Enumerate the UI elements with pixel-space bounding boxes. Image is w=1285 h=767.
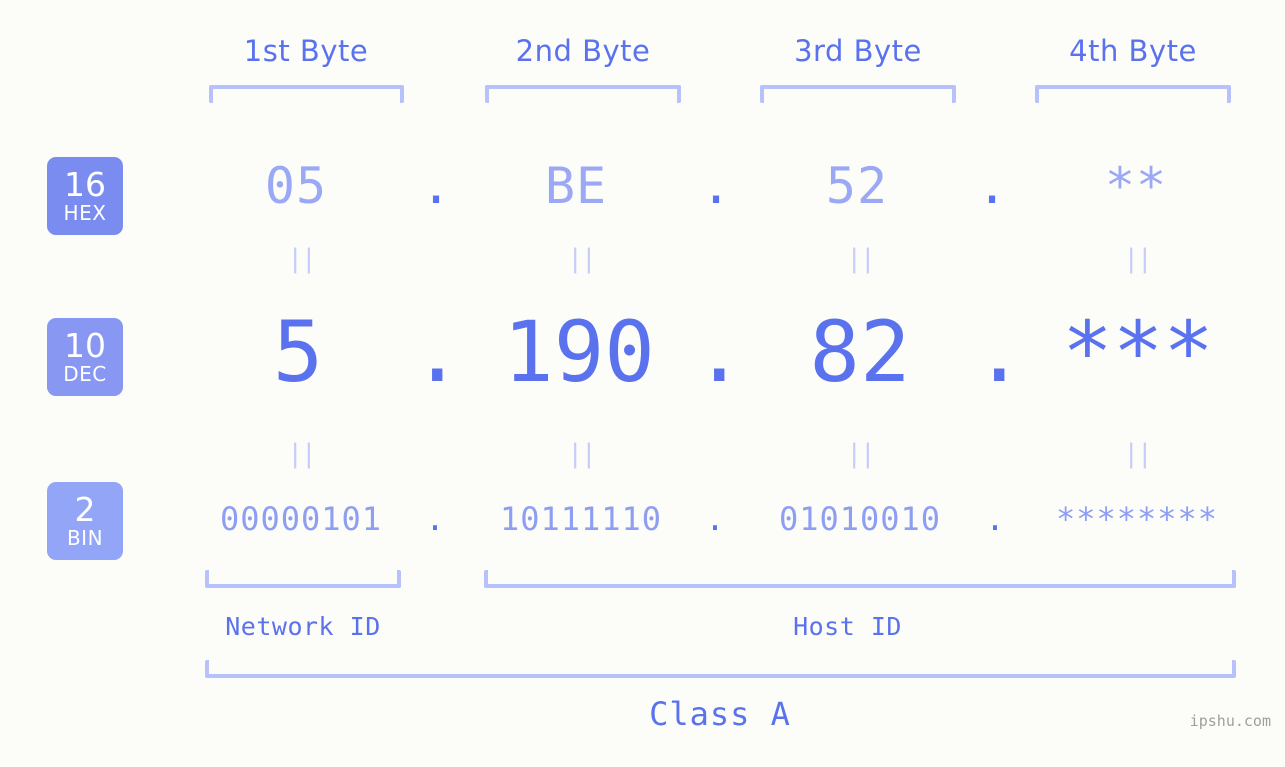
bin-separator-3: . xyxy=(985,500,1005,538)
dec-separator-2: . xyxy=(694,303,745,401)
host-id-bracket-icon xyxy=(484,570,1236,588)
host-id-label: Host ID xyxy=(793,612,902,641)
network-id-bracket-icon xyxy=(205,570,401,588)
base-badge-dec-number: 10 xyxy=(64,326,106,365)
byte-label-1: 1st Byte xyxy=(243,34,369,68)
equals-marker-3-icon: || xyxy=(846,244,875,274)
hex-separator-3: . xyxy=(976,157,1008,215)
base-badge-dec: 10 DEC xyxy=(47,318,123,396)
base-badge-dec-name: DEC xyxy=(63,362,107,386)
site-watermark: ipshu.com xyxy=(1189,712,1271,730)
byte-label-4: 4th Byte xyxy=(1069,34,1197,68)
bin-byte-3: 01010010 xyxy=(778,500,942,538)
equals-marker-5-icon: || xyxy=(287,439,316,469)
hex-byte-4: ** xyxy=(1104,157,1168,215)
equals-marker-8-icon: || xyxy=(1123,439,1152,469)
dec-separator-3: . xyxy=(974,303,1025,401)
bin-separator-2: . xyxy=(705,500,725,538)
ip-address-breakdown-diagram: 1st Byte 2nd Byte 3rd Byte 4th Byte 16 H… xyxy=(0,0,1285,767)
byte-bracket-4-icon xyxy=(1035,85,1231,103)
byte-bracket-2-icon xyxy=(485,85,681,103)
hex-separator-2: . xyxy=(700,157,732,215)
equals-marker-6-icon: || xyxy=(567,439,596,469)
dec-separator-1: . xyxy=(412,303,463,401)
dec-byte-1: 5 xyxy=(272,303,324,401)
hex-separator-1: . xyxy=(420,157,452,215)
dec-byte-2: 190 xyxy=(503,303,655,401)
base-badge-hex-number: 16 xyxy=(64,165,106,204)
byte-bracket-3-icon xyxy=(760,85,956,103)
bin-byte-1: 00000101 xyxy=(219,500,383,538)
equals-marker-7-icon: || xyxy=(846,439,875,469)
class-bracket-icon xyxy=(205,660,1236,678)
dec-byte-4: *** xyxy=(1062,303,1214,401)
bin-byte-4: ******** xyxy=(1055,500,1219,538)
class-label: Class A xyxy=(649,695,791,733)
byte-label-3: 3rd Byte xyxy=(794,34,922,68)
equals-marker-4-icon: || xyxy=(1123,244,1152,274)
byte-bracket-1-icon xyxy=(209,85,404,103)
base-badge-hex-name: HEX xyxy=(63,201,107,225)
base-badge-bin-name: BIN xyxy=(66,526,104,550)
base-badge-bin: 2 BIN xyxy=(47,482,123,560)
equals-marker-2-icon: || xyxy=(567,244,596,274)
equals-marker-1-icon: || xyxy=(287,244,316,274)
byte-label-2: 2nd Byte xyxy=(515,34,651,68)
network-id-label: Network ID xyxy=(225,612,381,641)
base-badge-hex: 16 HEX xyxy=(47,157,123,235)
hex-byte-2: BE xyxy=(544,157,608,215)
dec-byte-3: 82 xyxy=(809,303,911,401)
bin-byte-2: 10111110 xyxy=(499,500,663,538)
base-badge-bin-number: 2 xyxy=(74,490,96,529)
bin-separator-1: . xyxy=(425,500,445,538)
hex-byte-1: 05 xyxy=(264,157,328,215)
hex-byte-3: 52 xyxy=(825,157,889,215)
